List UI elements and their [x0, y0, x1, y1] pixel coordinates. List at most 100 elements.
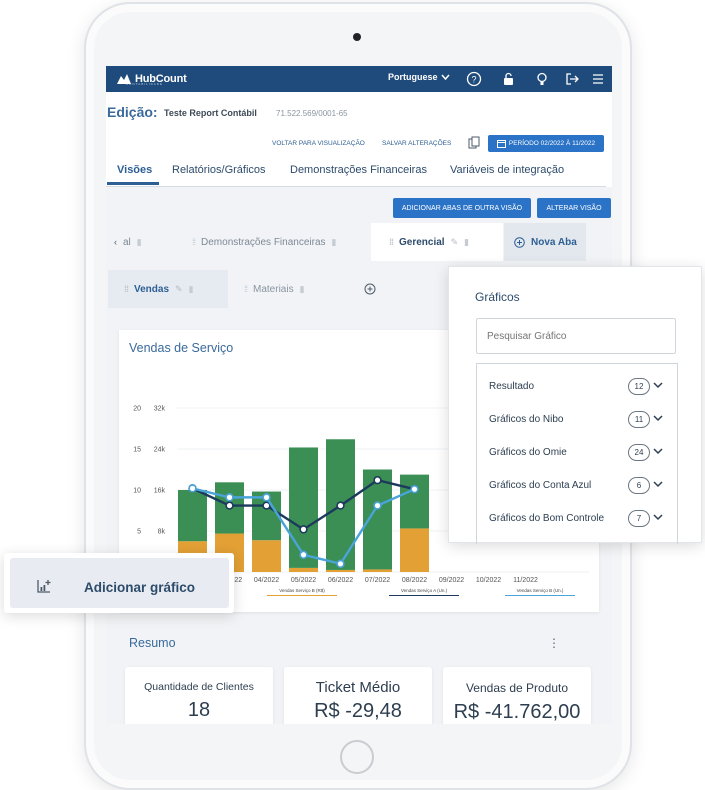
- sub-tab-materiais[interactable]: ⁞⁞ Materiais ▮: [244, 270, 334, 308]
- kebab-menu-icon[interactable]: ⋮: [548, 636, 560, 650]
- sub-tab-vendas-label: Vendas: [134, 283, 170, 295]
- y-left-tick-label: 15: [133, 447, 141, 454]
- help-icon[interactable]: ?: [466, 71, 482, 87]
- view-tabs: ‹ al ▮ ⁞⁞ Demonstrações Financeiras ▮ ⁞⁞…: [106, 223, 586, 261]
- menu-icon[interactable]: [590, 71, 606, 87]
- period-button[interactable]: PERÍODO 02/2022 À 11/2022: [488, 135, 604, 152]
- view-tab-demonstracoes-label: Demonstrações Financeiras: [201, 236, 326, 248]
- x-tick-label: 06/2022: [328, 577, 353, 584]
- chevron-down-icon[interactable]: [653, 513, 663, 521]
- x-tick-label: 09/2022: [439, 577, 464, 584]
- series-point: [188, 484, 197, 493]
- logout-icon[interactable]: [564, 71, 580, 87]
- series-point: [299, 525, 308, 534]
- chevron-left-icon[interactable]: ‹: [114, 237, 117, 247]
- series-point: [336, 559, 345, 569]
- drag-handle-icon[interactable]: ⁞⁞: [192, 237, 196, 247]
- lightbulb-icon[interactable]: [534, 71, 550, 87]
- list-item[interactable]: Gráficos do Nibo 11: [477, 405, 677, 435]
- x-tick-label: 10/2022: [476, 577, 501, 584]
- series-point: [410, 484, 419, 494]
- legend-item: Vendas Serviço B (R$): [267, 588, 337, 596]
- legend-item: Vendas Serviço A (Un.): [389, 588, 459, 596]
- bar: [178, 490, 207, 542]
- drag-handle-icon[interactable]: ⁞⁞: [124, 284, 129, 294]
- lock-icon[interactable]: [500, 71, 516, 87]
- list-item[interactable]: Gráficos do Bom Controle 7: [477, 504, 677, 534]
- company-cnpj: 71.522.569/0001-65: [276, 109, 348, 118]
- list-item-label: Gráficos do Bom Controle: [489, 513, 605, 524]
- y-left-tick-label: 5: [137, 529, 141, 536]
- chevron-down-icon: [440, 74, 450, 80]
- copy-icon[interactable]: [468, 136, 480, 150]
- chevron-down-icon[interactable]: [653, 414, 663, 422]
- kpi-value: 18: [187, 699, 211, 721]
- back-to-view-button[interactable]: VOLTAR PARA VISUALIZAÇÃO: [272, 140, 365, 147]
- charts-panel-title: Gráficos: [475, 290, 520, 304]
- list-item-label: Gráficos do Nibo: [489, 414, 564, 425]
- add-chart-button[interactable]: Adicionar gráfico: [10, 558, 229, 608]
- list-item[interactable]: Gráficos do Conta Azul 6: [477, 471, 677, 501]
- trash-icon[interactable]: ▮: [332, 237, 337, 248]
- count-badge: 24: [628, 444, 650, 461]
- bar: [252, 540, 281, 572]
- company-name: Teste Report Contábil: [164, 108, 257, 118]
- add-sub-tab-icon[interactable]: [364, 283, 376, 295]
- view-tab-partial-label: al: [123, 236, 131, 248]
- y-right-tick-label: 32k: [154, 406, 166, 413]
- language-selector[interactable]: Portuguese: [388, 72, 450, 82]
- edit-icon[interactable]: ✎: [451, 237, 459, 248]
- kpi-label: Ticket Médio: [315, 679, 401, 696]
- drag-handle-icon[interactable]: ⁞⁞: [244, 284, 248, 294]
- tab-variaveis[interactable]: Variáveis de integração: [450, 164, 564, 176]
- add-tabs-button[interactable]: ADICIONAR ABAS DE OUTRA VISÃO: [393, 198, 531, 218]
- period-label: PERÍODO 02/2022 À 11/2022: [508, 140, 596, 147]
- chart-search-input[interactable]: [476, 318, 676, 354]
- bar: [289, 447, 318, 568]
- list-item-label: Gráficos do Conta Azul: [489, 480, 592, 491]
- save-changes-button[interactable]: SALVAR ALTERAÇÕES: [382, 140, 451, 147]
- y-left-tick-label: 20: [133, 406, 141, 413]
- y-left-tick-label: 10: [133, 488, 141, 495]
- legend-label: Vendas Serviço B (Un.): [516, 588, 564, 593]
- series-point: [336, 501, 345, 510]
- list-item-label: Resultado: [489, 381, 535, 392]
- edit-icon[interactable]: ✎: [175, 284, 183, 295]
- home-button[interactable]: [340, 740, 374, 774]
- series-point: [262, 493, 271, 502]
- sub-tab-vendas[interactable]: ⁞⁞ Vendas ✎ ▮: [108, 270, 228, 308]
- new-tab-button[interactable]: Nova Aba: [504, 223, 586, 261]
- trash-icon[interactable]: ▮: [137, 237, 142, 248]
- add-chart-icon: [37, 580, 51, 593]
- x-tick-label: 05/2022: [291, 577, 316, 584]
- y-right-tick-label: 24k: [154, 447, 166, 454]
- logo-subtitle: CONTABILIDADE: [126, 82, 163, 86]
- trash-icon[interactable]: ▮: [189, 284, 194, 295]
- trash-icon[interactable]: ▮: [464, 237, 469, 248]
- alter-view-button[interactable]: ALTERAR VISÃO: [537, 198, 611, 218]
- tab-demonstracoes[interactable]: Demonstrações Financeiras: [290, 164, 427, 176]
- trash-icon[interactable]: ▮: [300, 284, 305, 295]
- tab-relatorios[interactable]: Relatórios/Gráficos: [172, 164, 266, 176]
- view-tab-gerencial[interactable]: ⁞⁞ Gerencial ✎ ▮: [371, 223, 503, 261]
- charts-panel: Gráficos Resultado 12 Gráficos do Nibo 1…: [448, 266, 702, 544]
- legend-swatch: [389, 595, 459, 596]
- series-point: [373, 501, 382, 510]
- list-item[interactable]: Gráficos do Omie 24: [477, 438, 677, 468]
- bar: [326, 569, 355, 572]
- edit-label: Edição:: [107, 104, 158, 120]
- list-item-label: Gráficos do Omie: [489, 447, 567, 458]
- chevron-down-icon[interactable]: [653, 447, 663, 455]
- count-badge: 6: [628, 477, 650, 494]
- chevron-down-icon[interactable]: [653, 480, 663, 488]
- resumo-title: Resumo: [129, 636, 176, 650]
- tab-visoes[interactable]: Visões: [117, 164, 152, 176]
- svg-text:?: ?: [471, 75, 476, 85]
- series-point: [225, 501, 234, 510]
- drag-handle-icon[interactable]: ⁞⁞: [389, 237, 394, 247]
- chevron-down-icon[interactable]: [653, 381, 663, 389]
- list-item[interactable]: Resultado 12: [477, 372, 677, 402]
- kpi-card: Quantidade de Clientes 18: [125, 667, 273, 724]
- view-tab-demonstracoes[interactable]: ⁞⁞ Demonstrações Financeiras ▮: [192, 223, 362, 261]
- view-tab-partial[interactable]: ‹ al ▮: [114, 223, 170, 261]
